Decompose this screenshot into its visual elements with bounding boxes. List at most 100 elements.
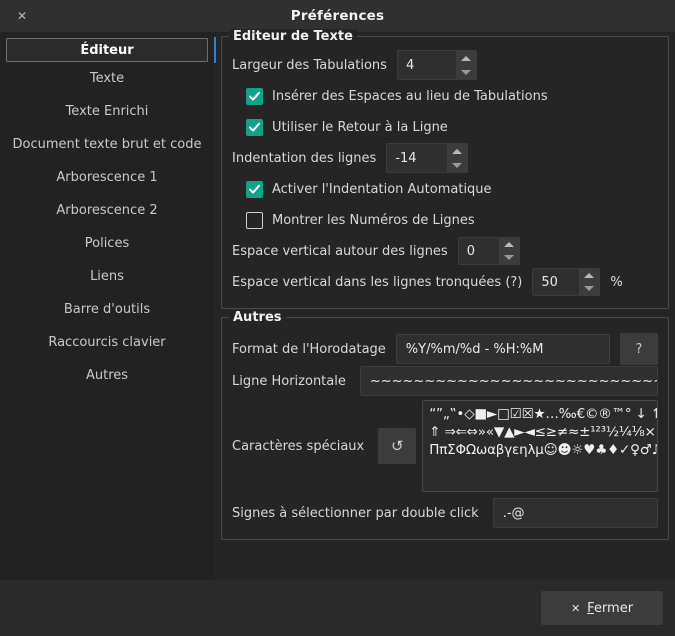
spin-up-button[interactable] [579,269,599,282]
vspace-wrapped-unit: % [610,274,623,290]
sidebar-item-label: Polices [84,236,130,251]
horizontal-rule-label: Ligne Horizontale [232,373,346,389]
timestamp-format-label: Format de l'Horodatage [232,341,386,357]
vspace-around-spin-buttons [498,238,519,264]
auto-indent-label: Activer l'Indentation Automatique [272,181,492,197]
caret-up-icon [460,55,471,61]
word-wrap-checkbox[interactable] [246,118,263,136]
sidebar-item-label: Barre d'outils [63,302,151,317]
group-title-autres: Autres [229,310,286,325]
caret-down-icon [452,162,463,168]
caret-down-icon [460,69,471,75]
sidebar-item-liens[interactable]: Liens [0,260,214,293]
caret-up-icon [452,148,463,154]
vspace-wrapped-spinner[interactable]: 50 [532,268,601,296]
row-word-wrap[interactable]: Utiliser le Retour à la Ligne [232,112,658,142]
spin-down-button[interactable] [456,65,476,79]
vspace-around-spinner[interactable]: 0 [457,237,520,265]
insert-spaces-label: Insérer des Espaces au lieu de Tabulatio… [272,88,548,104]
vspace-around-value[interactable]: 0 [458,238,499,264]
special-chars-line: “”„‟•◇■►□☑☒★…‰€©®™° ↓ ↑ →←↔↵ ⇓ [429,406,657,422]
caret-up-icon [503,242,514,247]
vspace-wrapped-spin-buttons [579,269,600,295]
close-button-mnemonic: F [587,600,594,616]
sidebar-item-label: Texte Enrichi [65,104,149,119]
insert-spaces-checkbox[interactable] [246,87,263,105]
sidebar-item-barre-d-outils[interactable]: Barre d'outils [0,293,214,326]
sidebar-item-editeur[interactable]: Éditeur [6,38,208,62]
tab-width-spin-buttons [455,51,476,79]
spin-down-button[interactable] [499,251,519,264]
sidebar-item-label: Arborescence 1 [56,170,158,185]
window-title: Préférences [290,8,385,24]
sidebar: Éditeur Texte Texte Enrichi Document tex… [0,33,214,580]
row-line-numbers[interactable]: Montrer les Numéros de Lignes [232,205,658,235]
tab-width-label: Largeur des Tabulations [232,57,387,73]
special-chars-reset-button[interactable]: ↺ [378,428,417,464]
spin-up-button[interactable] [456,51,476,65]
row-special-chars: Caractères spéciaux ↺ “”„‟•◇■►□☑☒★…‰€©®™… [232,400,658,492]
row-vspace-around: Espace vertical autour des lignes 0 [232,236,658,266]
line-indent-label: Indentation des lignes [232,150,377,166]
sidebar-item-label: Liens [90,269,124,284]
line-numbers-checkbox[interactable] [246,211,263,229]
sidebar-item-texte[interactable]: Texte [0,62,214,95]
sidebar-item-texte-enrichi[interactable]: Texte Enrichi [0,95,214,128]
timestamp-help-button[interactable]: ? [620,333,658,365]
spin-down-button[interactable] [579,282,599,295]
sidebar-item-label: Texte [89,71,125,86]
vspace-wrapped-label: Espace vertical dans les lignes tronquée… [232,274,523,290]
question-mark-icon: ? [635,341,643,357]
dialog-body: Éditeur Texte Texte Enrichi Document tex… [0,29,675,580]
row-horizontal-rule: Ligne Horizontale ~~~~~~~~~~~~~~~~~~~~~~… [232,366,658,396]
line-numbers-label: Montrer les Numéros de Lignes [272,212,475,228]
spin-up-button[interactable] [447,144,467,158]
spin-up-button[interactable] [499,238,519,251]
word-wrap-label: Utiliser le Retour à la Ligne [272,119,448,135]
sidebar-item-label: Raccourcis clavier [48,335,166,350]
group-editeur-de-texte: Editeur de Texte Largeur des Tabulations… [221,29,669,309]
sidebar-item-label: Éditeur [80,42,134,58]
sidebar-item-arborescence-2[interactable]: Arborescence 2 [0,194,214,227]
special-chars-line: ΠπΣΦΩωαβγεηλμ☺☻☼♥♣♦✓♀♂♪♫† [429,442,658,458]
row-auto-indent[interactable]: Activer l'Indentation Automatique [232,174,658,204]
row-vspace-wrapped: Espace vertical dans les lignes tronquée… [232,267,658,297]
undo-arrow-icon: ↺ [390,437,404,455]
special-chars-textarea[interactable]: “”„‟•◇■►□☑☒★…‰€©®™° ↓ ↑ →←↔↵ ⇓ ⇑ ⇒⇐⇔»«▼▲… [422,400,658,492]
row-insert-spaces[interactable]: Insérer des Espaces au lieu de Tabulatio… [232,81,658,111]
caret-down-icon [584,286,595,291]
row-timestamp-format: Format de l'Horodatage %Y/%m/%d - %H:%M … [232,333,658,365]
vspace-wrapped-value[interactable]: 50 [533,269,580,295]
row-tab-width: Largeur des Tabulations 4 [232,50,658,80]
auto-indent-checkbox[interactable] [246,180,263,198]
sidebar-item-raccourcis-clavier[interactable]: Raccourcis clavier [0,326,214,359]
close-button-label: Fermer [587,601,633,616]
row-double-click-signs: Signes à sélectionner par double click .… [232,498,658,528]
timestamp-format-input[interactable]: %Y/%m/%d - %H:%M [395,334,610,364]
tab-width-spinner[interactable]: 4 [396,50,477,80]
caret-up-icon [584,273,595,278]
close-x-icon: ✕ [570,601,581,615]
sidebar-item-document-texte-brut-et-code[interactable]: Document texte brut et code [0,128,214,161]
close-button[interactable]: ✕ Fermer [541,591,663,625]
sidebar-item-label: Document texte brut et code [12,137,202,152]
double-click-signs-input[interactable]: .-@ [492,498,658,528]
line-indent-value[interactable]: -14 [387,144,448,172]
sidebar-item-arborescence-1[interactable]: Arborescence 1 [0,161,214,194]
horizontal-rule-input[interactable]: ~~~~~~~~~~~~~~~~~~~~~~~~~~~~~~~~~~~~~~~~… [359,366,658,396]
preferences-window: ✕ Préférences Éditeur Texte Texte Enrich… [0,0,675,636]
close-button-rest: ermer [593,600,634,616]
sidebar-item-label: Autres [85,368,129,383]
spin-down-button[interactable] [447,158,467,172]
vspace-around-label: Espace vertical autour des lignes [232,243,448,259]
group-title-editeur-de-texte: Editeur de Texte [229,29,357,44]
close-icon[interactable]: ✕ [0,0,44,32]
tab-width-value[interactable]: 4 [397,51,456,79]
group-autres: Autres Format de l'Horodatage %Y/%m/%d -… [221,310,669,540]
sidebar-item-polices[interactable]: Polices [0,227,214,260]
main-panel: Editeur de Texte Largeur des Tabulations… [216,29,675,580]
check-icon [249,184,260,194]
sidebar-item-autres[interactable]: Autres [0,359,214,392]
line-indent-spin-buttons [447,144,468,172]
line-indent-spinner[interactable]: -14 [386,143,469,173]
